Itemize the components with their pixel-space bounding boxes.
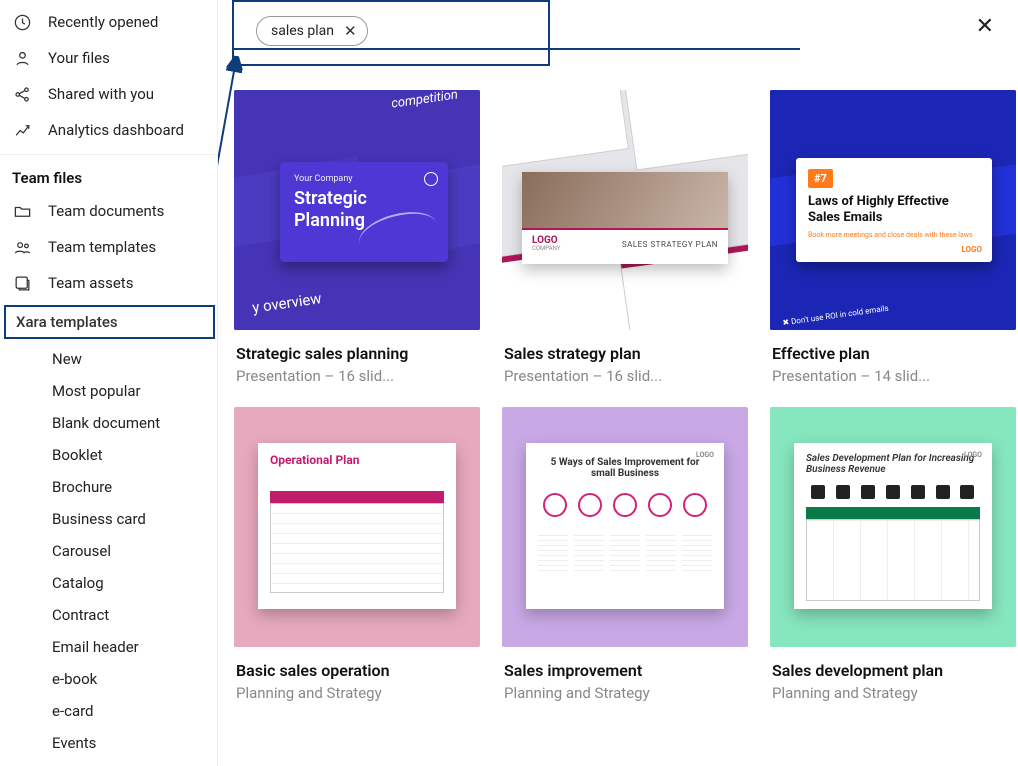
nav-analytics[interactable]: Analytics dashboard [0,112,217,148]
template-title: Sales strategy plan [504,344,746,363]
xara-ebook[interactable]: e-book [0,663,217,695]
template-subtitle: Planning and Strategy [236,684,478,702]
template-subtitle: Presentation – 16 slid... [236,367,478,385]
team-files-heading: Team files [0,161,217,193]
xara-booklet[interactable]: Booklet [0,439,217,471]
thumb-text: Your Company [294,174,434,184]
template-thumbnail: LOGOCOMPANY SALES STRATEGY PLAN [502,90,748,330]
share-icon [12,84,32,104]
xara-catalog[interactable]: Catalog [0,567,217,599]
person-icon [12,48,32,68]
nav-label: Analytics dashboard [48,121,184,139]
template-thumbnail: ✖ Don't use ROI in cold emails #7 Laws o… [770,90,1016,330]
template-title: Effective plan [772,344,1014,363]
folder-icon [12,201,32,221]
template-subtitle: Presentation – 16 slid... [504,367,746,385]
xara-business-card[interactable]: Business card [0,503,217,535]
template-title: Strategic sales planning [236,344,478,363]
nav-your-files[interactable]: Your files [0,40,217,76]
close-icon[interactable]: ✕ [976,14,994,39]
annotation-underline [232,48,800,50]
nav-team-templates[interactable]: Team templates [0,229,217,265]
template-thumbnail: LOGO Sales Development Plan for Increasi… [770,407,1016,647]
nav-team-assets[interactable]: Team assets [0,265,217,301]
people-icon [12,237,32,257]
template-thumbnail: competition y overview Your Company Stra… [234,90,480,330]
main: sales plan ✕ ✕ competition y overview [218,0,1018,766]
template-subtitle: Planning and Strategy [772,684,1014,702]
nav-label: Team assets [48,274,133,292]
clock-icon [12,12,32,32]
xara-ecard[interactable]: e-card [0,695,217,727]
template-card[interactable]: Operational Plan Basic sales operation P… [234,407,480,702]
template-grid: competition y overview Your Company Stra… [232,90,1018,702]
template-card[interactable]: ✖ Don't use ROI in cold emails #7 Laws o… [770,90,1016,385]
thumb-text: LOGO [961,245,982,254]
template-title: Sales development plan [772,661,1014,680]
thumb-text: LOGO [964,451,982,459]
template-title: Basic sales operation [236,661,478,680]
xara-facebook[interactable]: Facebook [0,759,217,766]
template-subtitle: Presentation – 14 slid... [772,367,1014,385]
search-area: sales plan ✕ ✕ [232,0,1018,76]
assets-icon [12,273,32,293]
nav-label: Shared with you [48,85,154,103]
nav-recently-opened[interactable]: Recently opened [0,4,217,40]
chip-close-icon[interactable]: ✕ [344,22,357,40]
template-title: Sales improvement [504,661,746,680]
thumb-text: Laws of Highly Effective Sales Emails [808,194,980,227]
sidebar: Recently opened Your files Shared with y… [0,0,218,766]
divider [0,154,217,155]
nav-label: Recently opened [48,13,158,31]
thumb-text: COMPANY [532,246,560,252]
xara-most-popular[interactable]: Most popular [0,375,217,407]
template-card[interactable]: competition y overview Your Company Stra… [234,90,480,385]
nav-label: Team templates [48,238,156,256]
xara-templates-heading[interactable]: Xara templates [4,305,215,339]
xara-brochure[interactable]: Brochure [0,471,217,503]
analytics-icon [12,120,32,140]
template-card[interactable]: LOGO Sales Development Plan for Increasi… [770,407,1016,702]
thumb-badge: #7 [808,169,833,188]
xara-blank-document[interactable]: Blank document [0,407,217,439]
thumb-text: LOGO [696,451,714,459]
xara-contract[interactable]: Contract [0,599,217,631]
thumb-text: 5 Ways of Sales Improvement for small Bu… [538,457,712,479]
template-thumbnail: LOGO 5 Ways of Sales Improvement for sma… [502,407,748,647]
thumb-text: Book more meetings and close deals with … [808,231,980,239]
template-subtitle: Planning and Strategy [504,684,746,702]
thumb-text: SALES STRATEGY PLAN [622,240,718,249]
template-card[interactable]: LOGO 5 Ways of Sales Improvement for sma… [502,407,748,702]
nav-label: Team documents [48,202,164,220]
template-card[interactable]: LOGOCOMPANY SALES STRATEGY PLAN Sales st… [502,90,748,385]
nav-shared[interactable]: Shared with you [0,76,217,112]
nav-team-documents[interactable]: Team documents [0,193,217,229]
search-chip-text: sales plan [271,23,334,39]
xara-email-header[interactable]: Email header [0,631,217,663]
template-thumbnail: Operational Plan [234,407,480,647]
thumb-text: Sales Development Plan for Increasing Bu… [806,453,980,475]
nav-label: Your files [48,49,110,67]
xara-carousel[interactable]: Carousel [0,535,217,567]
xara-events[interactable]: Events [0,727,217,759]
search-chip[interactable]: sales plan ✕ [256,16,368,46]
thumb-text: Operational Plan [270,453,444,467]
xara-new[interactable]: New [0,343,217,375]
